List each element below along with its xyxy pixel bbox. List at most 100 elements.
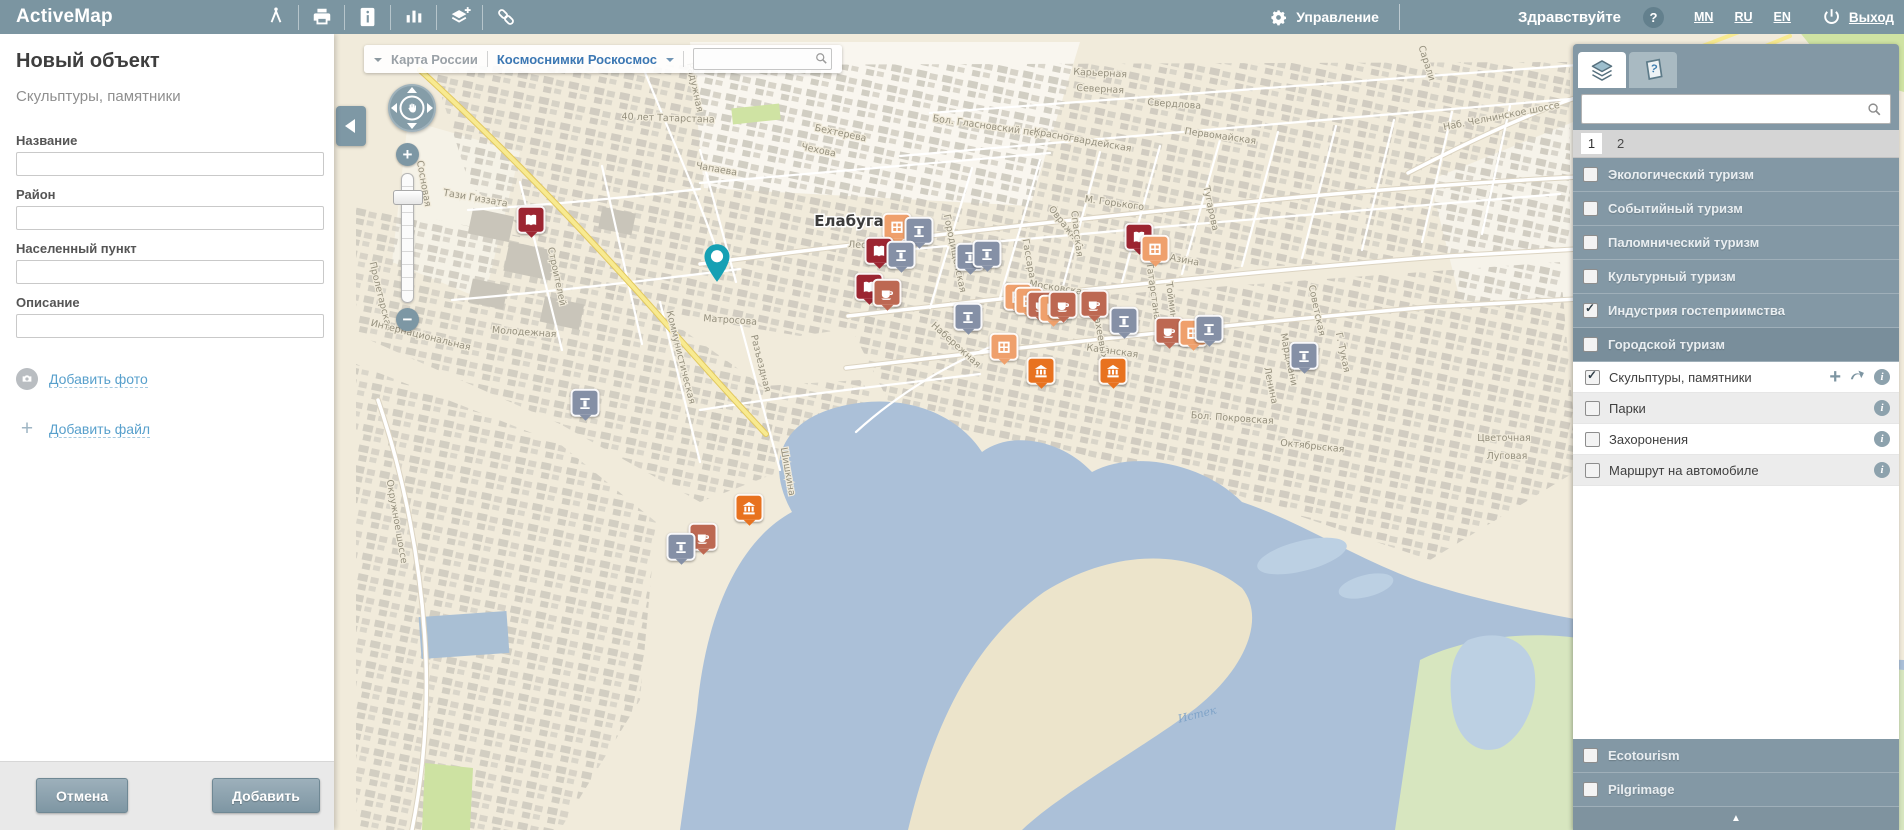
layer-group-label: Pilgrimage [1608, 782, 1674, 797]
field-input-1[interactable] [16, 206, 324, 230]
layer-item-checkbox[interactable] [1585, 463, 1600, 478]
collapse-left-panel-button[interactable] [336, 106, 366, 146]
lang-en[interactable]: EN [1774, 10, 1791, 24]
layer-group[interactable]: Паломнический туризм [1573, 226, 1899, 260]
redo-icon[interactable] [1849, 367, 1866, 388]
hand-icon[interactable] [400, 96, 425, 121]
app-logo[interactable]: ActiveMap [16, 6, 113, 28]
info-icon[interactable]: i [1874, 462, 1890, 478]
coffee-marker[interactable] [1080, 290, 1109, 318]
layer-group[interactable]: Городской туризм [1573, 328, 1899, 362]
layer-group-checkbox[interactable] [1583, 167, 1598, 182]
layer-group[interactable]: Экологический туризм [1573, 158, 1899, 192]
museum-marker[interactable] [1099, 357, 1128, 385]
lang-ru[interactable]: RU [1734, 10, 1752, 24]
pan-left-icon[interactable] [391, 103, 397, 113]
column-marker[interactable] [887, 241, 916, 269]
layer-group-checkbox[interactable] [1583, 303, 1598, 318]
chevron-down-icon[interactable] [666, 58, 674, 66]
add-object-icon[interactable]: + [1829, 367, 1841, 387]
guide-icon[interactable] [345, 0, 390, 34]
layer-item[interactable]: Захороненияi [1573, 424, 1899, 455]
basemap-item-roscosmos[interactable]: Космоснимки Роскосмос [497, 52, 657, 67]
tab-layers[interactable] [1578, 52, 1626, 88]
layer-group[interactable]: Событийный туризм [1573, 192, 1899, 226]
pan-up-icon[interactable] [407, 87, 417, 93]
zoom-slider-handle[interactable] [393, 190, 423, 205]
layer-item[interactable]: Скульптуры, памятники + i [1573, 362, 1899, 393]
museum-marker[interactable] [1027, 357, 1056, 385]
column-marker[interactable] [973, 240, 1002, 268]
column-marker[interactable] [1195, 315, 1224, 343]
print-icon[interactable] [299, 0, 344, 34]
layer-group[interactable]: Индустрия гостеприимства [1573, 294, 1899, 328]
measure-icon[interactable] [253, 0, 298, 34]
tab-legend[interactable] [1629, 52, 1677, 88]
management-button[interactable]: Управление [1269, 8, 1379, 27]
collapse-groups-button[interactable]: ▲ [1573, 807, 1899, 830]
pan-down-icon[interactable] [407, 123, 417, 129]
layers-page-2[interactable]: 2 [1617, 136, 1624, 151]
museum-marker[interactable] [735, 494, 764, 522]
layers-search-input[interactable] [1581, 94, 1891, 124]
share-icon[interactable] [483, 0, 528, 34]
city-label: Елабуга [814, 212, 884, 230]
layer-item-label: Скульптуры, памятники [1609, 370, 1820, 385]
layer-group-checkbox[interactable] [1583, 782, 1598, 797]
column-marker[interactable] [954, 303, 983, 331]
layer-group[interactable]: Ecotourism [1573, 739, 1899, 773]
info-icon[interactable]: i [1874, 431, 1890, 447]
layers-page-1[interactable]: 1 [1581, 133, 1602, 154]
layer-item-label: Маршрут на автомобиле [1609, 463, 1865, 478]
layer-item-checkbox[interactable] [1585, 432, 1600, 447]
layer-item[interactable]: Маршрут на автомобиле i [1573, 455, 1899, 486]
column-marker[interactable] [571, 389, 600, 417]
layer-group-checkbox[interactable] [1583, 235, 1598, 250]
info-icon[interactable]: i [1874, 369, 1890, 385]
zoom-in-button[interactable]: + [396, 143, 419, 166]
new-object-pin[interactable] [704, 243, 731, 283]
layer-item[interactable]: Паркиi [1573, 393, 1899, 424]
submit-button[interactable]: Добавить [212, 778, 320, 813]
layer-group-checkbox[interactable] [1583, 337, 1598, 352]
add-photo-link[interactable]: Добавить фото [49, 371, 148, 388]
cancel-button[interactable]: Отмена [36, 778, 128, 813]
zoom-out-button[interactable]: − [396, 308, 419, 331]
layer-item-actions: i [1874, 400, 1890, 416]
pan-right-icon[interactable] [427, 103, 433, 113]
logout-button[interactable]: Выход [1821, 7, 1894, 28]
layer-group-checkbox[interactable] [1583, 201, 1598, 216]
column-marker[interactable] [1110, 307, 1139, 335]
layer-item-checkbox[interactable] [1585, 401, 1600, 416]
info-icon[interactable]: i [1874, 400, 1890, 416]
map-search-input[interactable] [693, 48, 832, 70]
chevron-down-icon[interactable] [374, 58, 382, 66]
add-file-link[interactable]: Добавить файл [49, 421, 150, 438]
add-layer-icon[interactable] [437, 0, 482, 34]
form-field: Населенный пункт [16, 241, 318, 284]
divider [1399, 4, 1400, 30]
layer-item-checkbox[interactable] [1585, 370, 1600, 385]
layer-group[interactable]: Культурный туризм [1573, 260, 1899, 294]
help-button[interactable]: ? [1643, 7, 1664, 28]
basemap-item-russia[interactable]: Карта России [391, 52, 478, 67]
lang-mn[interactable]: MN [1694, 10, 1713, 24]
map-pan-control[interactable] [388, 84, 436, 132]
coffee-marker[interactable] [1049, 291, 1078, 319]
column-marker[interactable] [1290, 342, 1319, 370]
book-marker[interactable] [517, 206, 546, 234]
zoom-slider[interactable] [401, 173, 414, 303]
layer-group[interactable]: Pilgrimage [1573, 773, 1899, 807]
layer-group-checkbox[interactable] [1583, 748, 1598, 763]
field-label: Район [16, 187, 318, 202]
layer-group-checkbox[interactable] [1583, 269, 1598, 284]
coffee-marker[interactable] [873, 279, 902, 307]
frame-marker[interactable] [990, 333, 1019, 361]
stats-icon[interactable] [391, 0, 436, 34]
field-label: Населенный пункт [16, 241, 318, 256]
column-marker[interactable] [667, 533, 696, 561]
field-input-2[interactable] [16, 260, 324, 284]
field-input-0[interactable] [16, 152, 324, 176]
frame-marker[interactable] [1141, 235, 1170, 263]
field-input-3[interactable] [16, 314, 324, 338]
